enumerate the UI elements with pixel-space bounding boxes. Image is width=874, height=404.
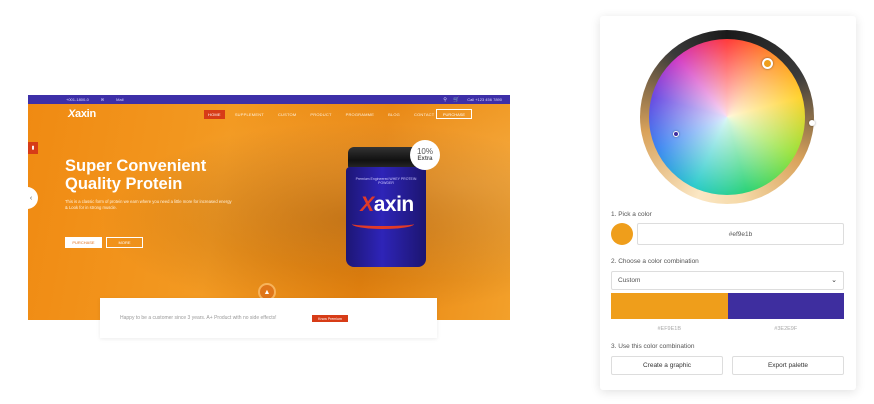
picked-color-swatch — [611, 223, 633, 245]
site-nav: HOME SUPPLEMENT CUSTOM PRODUCT PROGRAMME BLOG… — [204, 110, 438, 119]
primary-color-handle[interactable] — [762, 58, 773, 69]
hero-more-button[interactable]: MORE — [106, 237, 143, 248]
hero-title-line1: Super Convenient — [65, 157, 207, 175]
slider-prev-button[interactable]: ‹ — [28, 187, 38, 209]
brightness-knob[interactable] — [809, 120, 815, 126]
jar-small-text: Premium Engineered WHEY PROTEIN POWDER — [355, 177, 417, 185]
combination-select[interactable]: Custom ⌄ — [611, 271, 844, 290]
nav-item-programme[interactable]: PROGRAMME — [342, 110, 378, 119]
logo-mark: X — [68, 108, 76, 120]
combo-color-label-1: #EF9E1B — [657, 326, 682, 332]
topbar-call: Call +123 456 7890 — [467, 97, 502, 102]
combination-selected-value: Custom — [618, 277, 641, 284]
jar-brand: Xaxin — [350, 193, 424, 217]
combination-preview-bar — [611, 293, 844, 319]
step2-label: 2. Choose a color combination — [611, 258, 699, 265]
jar-swoosh — [352, 219, 414, 229]
nav-item-supplement[interactable]: SUPPLEMENT — [231, 110, 268, 119]
website-preview: +001-1800-0 ✉ Mail ⚲ 🛒 Call +123 456 789… — [28, 95, 510, 320]
hero-title-line2: Quality Protein — [65, 175, 183, 193]
testimonial-text: Happy to be a customer since 3 years. A+… — [120, 315, 277, 321]
combination-labels: #EF9E1B #3E2E9F — [611, 326, 844, 332]
hero-purchase-button[interactable]: PURCHASE — [65, 237, 102, 248]
combo-color-label-2: #3E2E9F — [774, 326, 798, 332]
know-premium-button[interactable]: Know Premium — [312, 315, 348, 322]
topbar-phone: +001-1800-0 — [66, 97, 89, 102]
page: +001-1800-0 ✉ Mail ⚲ 🛒 Call +123 456 789… — [0, 0, 874, 404]
testimonial-strip: Happy to be a customer since 3 years. A+… — [100, 298, 437, 338]
site-topbar: +001-1800-0 ✉ Mail ⚲ 🛒 Call +123 456 789… — [28, 95, 510, 104]
color-wheel-overlay — [649, 39, 805, 195]
step3-label: 3. Use this color combination — [611, 343, 695, 350]
create-graphic-button[interactable]: Create a graphic — [611, 356, 723, 375]
logo-text: axin — [75, 108, 96, 120]
topbar-mail-label: Mail — [116, 97, 124, 102]
step1-label: 1. Pick a color — [611, 211, 652, 218]
combo-color-2[interactable] — [727, 293, 844, 319]
cart-icon[interactable]: 🛒 — [453, 97, 459, 103]
site-logo[interactable]: Xaxin — [68, 108, 96, 120]
hero-subtitle: This is a classic form of protein we ear… — [65, 199, 232, 210]
jar-body: Premium Engineered WHEY PROTEIN POWDER X… — [346, 167, 426, 267]
badge-percent: 10% — [416, 146, 433, 156]
jar-brand-mark: X — [360, 193, 374, 216]
badge-label: Extra — [417, 155, 433, 162]
nav-item-home[interactable]: HOME — [204, 110, 225, 119]
purchase-button[interactable]: PURCHASE — [436, 109, 472, 119]
hero-title: Super Convenient Quality Protein — [65, 157, 206, 193]
secondary-color-handle[interactable] — [673, 131, 679, 137]
nav-item-product[interactable]: PRODUCT — [306, 110, 335, 119]
color-tool-panel: 1. Pick a color 2. Choose a color combin… — [600, 16, 856, 390]
combo-color-1[interactable] — [611, 293, 728, 319]
bookmark-icon[interactable]: ▮ — [28, 142, 38, 154]
nav-item-blog[interactable]: BLOG — [384, 110, 404, 119]
hex-color-input[interactable] — [637, 223, 844, 245]
export-palette-button[interactable]: Export palette — [732, 356, 844, 375]
jar-brand-text: axin — [373, 193, 415, 216]
extra-badge: 10% Extra — [410, 140, 440, 170]
nav-item-custom[interactable]: CUSTOM — [274, 110, 300, 119]
chevron-down-icon: ⌄ — [831, 277, 837, 284]
topbar-mail-icon: ✉ — [100, 97, 105, 102]
nav-item-contact[interactable]: CONTACT — [410, 110, 438, 119]
search-icon[interactable]: ⚲ — [443, 97, 447, 103]
